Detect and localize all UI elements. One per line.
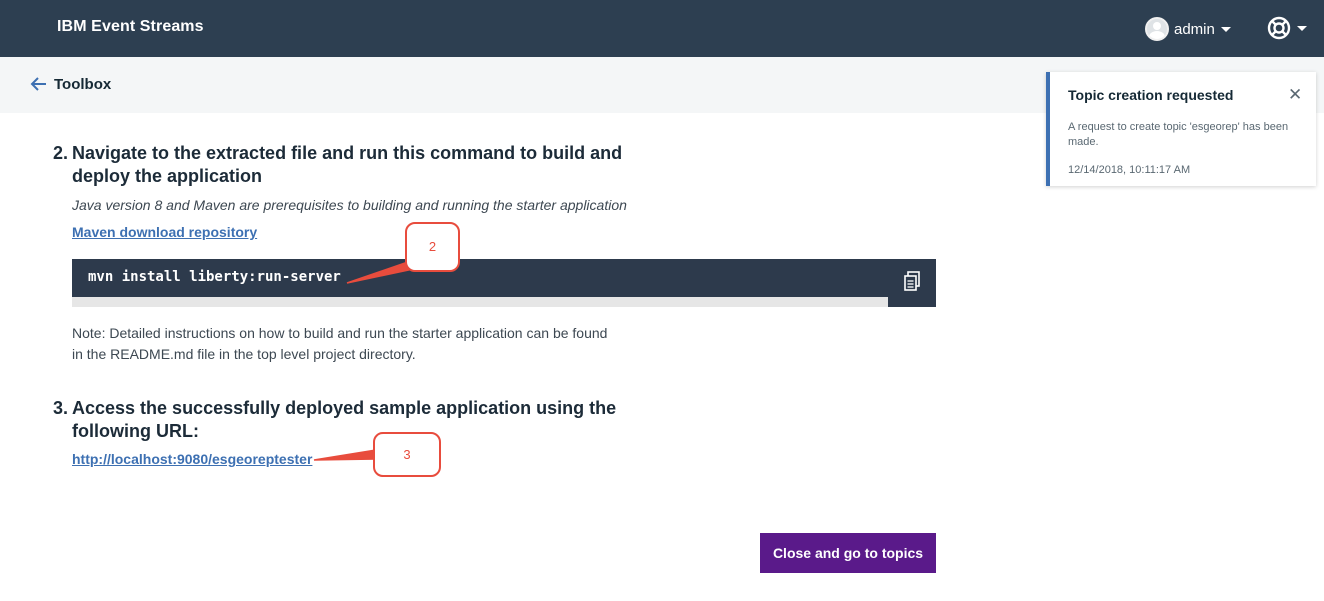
close-and-go-to-topics-button[interactable]: Close and go to topics [760, 533, 936, 573]
note-line-2: in the README.md file in the top level p… [72, 346, 416, 362]
notification-title: Topic creation requested [1068, 87, 1234, 103]
help-lifebuoy-icon [1267, 16, 1291, 40]
chevron-down-icon [1297, 25, 1307, 31]
app-brand[interactable]: IBM Event Streams [57, 18, 204, 36]
notification-toast: Topic creation requested ✕ A request to … [1046, 72, 1316, 186]
arrow-left-icon [30, 77, 46, 91]
note-line-1: Note: Detailed instructions on how to bu… [72, 325, 608, 341]
app-header: IBM Event Streams admin [0, 0, 1324, 57]
sample-app-url-link[interactable]: http://localhost:9080/esgeoreptester [72, 451, 312, 467]
step-title-line1: Navigate to the extracted file and run t… [72, 143, 623, 163]
command-code-block: mvn install liberty:run-server [72, 259, 936, 307]
step-title-line1: Access the successfully deployed sample … [72, 398, 617, 418]
chevron-down-icon [1220, 26, 1231, 32]
user-avatar-icon [1145, 17, 1169, 41]
build-instructions-note: Note: Detailed instructions on how to bu… [72, 323, 632, 365]
prerequisites-note: Java version 8 and Maven are prerequisit… [72, 197, 627, 213]
code-scrollbar[interactable] [72, 297, 888, 307]
annotation-3-pointer [313, 449, 377, 461]
annotation-callout-3: 3 [373, 432, 441, 477]
step-number: 3. [53, 398, 69, 418]
step-number: 2. [53, 143, 69, 163]
back-to-toolbox-link[interactable]: Toolbox [30, 75, 111, 93]
close-icon[interactable]: ✕ [1288, 86, 1302, 103]
notification-timestamp: 12/14/2018, 10:11:17 AM [1068, 164, 1191, 176]
user-menu[interactable]: admin [1145, 17, 1231, 41]
annotation-callout-2: 2 [405, 222, 460, 272]
help-menu[interactable] [1267, 16, 1307, 40]
step-title-line2: following URL: [72, 421, 199, 441]
command-text[interactable]: mvn install liberty:run-server [88, 269, 341, 285]
maven-download-link[interactable]: Maven download repository [72, 224, 257, 240]
copy-icon[interactable] [904, 271, 920, 291]
step-title-line2: deploy the application [72, 166, 263, 186]
back-label: Toolbox [54, 75, 112, 93]
notification-body: A request to create topic 'esgeorep' has… [1068, 121, 1289, 148]
user-name: admin [1174, 20, 1215, 38]
